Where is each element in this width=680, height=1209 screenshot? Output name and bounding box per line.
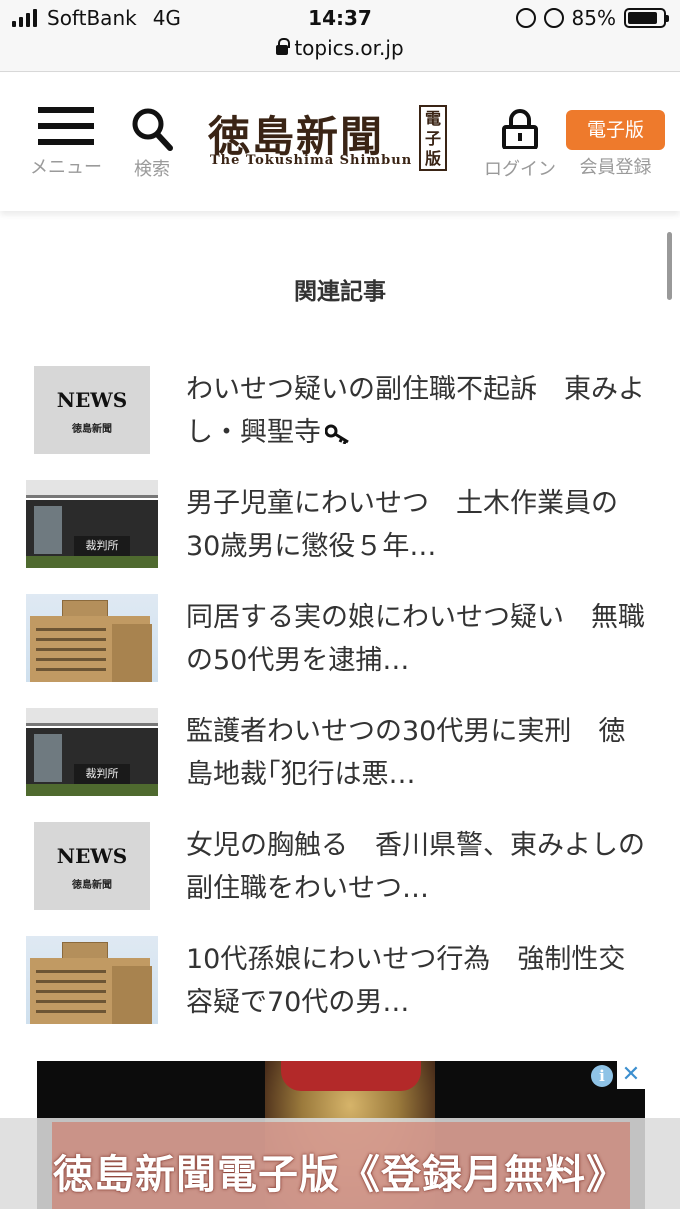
news-thumbnail: NEWS 徳島新聞 — [34, 366, 150, 454]
key-icon — [325, 424, 349, 444]
logo-edition-char: 電 — [424, 109, 441, 128]
banner-text[interactable]: 徳島新聞電子版《登録月無料》 — [0, 1142, 680, 1200]
subscription-banner[interactable]: 徳島新聞電子版《登録月無料》 — [0, 1118, 680, 1209]
alarm-icon — [543, 8, 564, 28]
article-item[interactable]: 裁判所 監護者わいせつの30代男に実刑 徳島地裁｢犯行は悪… — [26, 708, 646, 800]
logo-edition-char: 子 — [424, 129, 441, 148]
site-logo[interactable]: 徳島新聞 The Tokushima Shimbun 電子版 — [208, 97, 448, 177]
police-building-thumbnail — [26, 594, 158, 682]
article-title[interactable]: 10代孫娘にわいせつ行為 強制性交容疑で70代の男… — [186, 938, 646, 1024]
status-bar: SoftBank 4G 14:37 85% topics.or.jp — [0, 0, 680, 72]
article-item[interactable]: NEWS 徳島新聞 女児の胸触る 香川県警、東みよしの副住職をわいせつ… — [26, 822, 646, 914]
lock-icon[interactable] — [500, 109, 540, 149]
search-label[interactable]: 検索 — [124, 155, 180, 181]
section-title: 関連記事 — [294, 279, 386, 305]
login-label[interactable]: ログイン — [478, 155, 562, 181]
article-title[interactable]: 男子児童にわいせつ 土木作業員の30歳男に懲役５年… — [186, 482, 646, 568]
logo-edition-char: 版 — [424, 149, 441, 168]
register-link[interactable]: 会員登録 — [566, 153, 665, 179]
court-sign: 裁判所 — [74, 764, 130, 784]
news-thumb-word: NEWS — [56, 388, 128, 412]
search-icon[interactable] — [131, 107, 173, 151]
status-right: 85% — [515, 6, 669, 30]
battery-level — [628, 12, 657, 24]
article-title[interactable]: 同居する実の娘にわいせつ疑い 無職の50代男を逮捕… — [186, 596, 646, 682]
logo-subtitle: The Tokushima Shimbun — [210, 153, 413, 168]
url-text: topics.or.jp — [294, 36, 404, 60]
article-title-text: わいせつ疑いの副住職不起訴 東みよし・興聖寺 — [186, 374, 645, 448]
orientation-lock-icon — [515, 8, 536, 28]
police-building-thumbnail — [26, 936, 158, 1024]
article-title[interactable]: 女児の胸触る 香川県警、東みよしの副住職をわいせつ… — [186, 824, 646, 910]
article-item[interactable]: 裁判所 男子児童にわいせつ 土木作業員の30歳男に懲役５年… — [26, 480, 646, 572]
article-item[interactable]: 同居する実の娘にわいせつ疑い 無職の50代男を逮捕… — [26, 594, 646, 686]
article-title[interactable]: わいせつ疑いの副住職不起訴 東みよし・興聖寺 — [186, 368, 646, 454]
article-item[interactable]: NEWS 徳島新聞 わいせつ疑いの副住職不起訴 東みよし・興聖寺 — [26, 366, 646, 458]
ad-image-detail — [281, 1061, 421, 1091]
address-bar[interactable]: topics.or.jp — [0, 36, 680, 60]
secure-lock-icon — [276, 37, 291, 55]
battery-percent: 85% — [571, 6, 616, 30]
battery-icon — [624, 8, 669, 28]
article-title[interactable]: 監護者わいせつの30代男に実刑 徳島地裁｢犯行は悪… — [186, 710, 646, 796]
news-thumb-word: NEWS — [56, 844, 128, 868]
digital-edition-button[interactable]: 電子版 — [566, 110, 665, 150]
ad-close-icon[interactable]: ✕ — [617, 1061, 645, 1089]
news-thumbnail: NEWS 徳島新聞 — [34, 822, 150, 910]
article-item[interactable]: 10代孫娘にわいせつ行為 強制性交容疑で70代の男… — [26, 936, 646, 1028]
menu-icon[interactable] — [38, 107, 94, 147]
menu-label[interactable]: メニュー — [24, 153, 108, 179]
ad-info-icon[interactable]: i — [591, 1065, 613, 1087]
courthouse-thumbnail: 裁判所 — [26, 480, 158, 568]
logo-edition-text: 電子版 — [421, 109, 445, 169]
court-sign: 裁判所 — [74, 536, 130, 556]
news-thumb-sub: 徳島新聞 — [72, 424, 112, 435]
logo-edition: 電子版 — [419, 105, 447, 171]
site-header: メニュー 検索 徳島新聞 The Tokushima Shimbun 電子版 ロ… — [0, 73, 680, 211]
news-thumb-sub: 徳島新聞 — [72, 880, 112, 891]
courthouse-thumbnail: 裁判所 — [26, 708, 158, 796]
